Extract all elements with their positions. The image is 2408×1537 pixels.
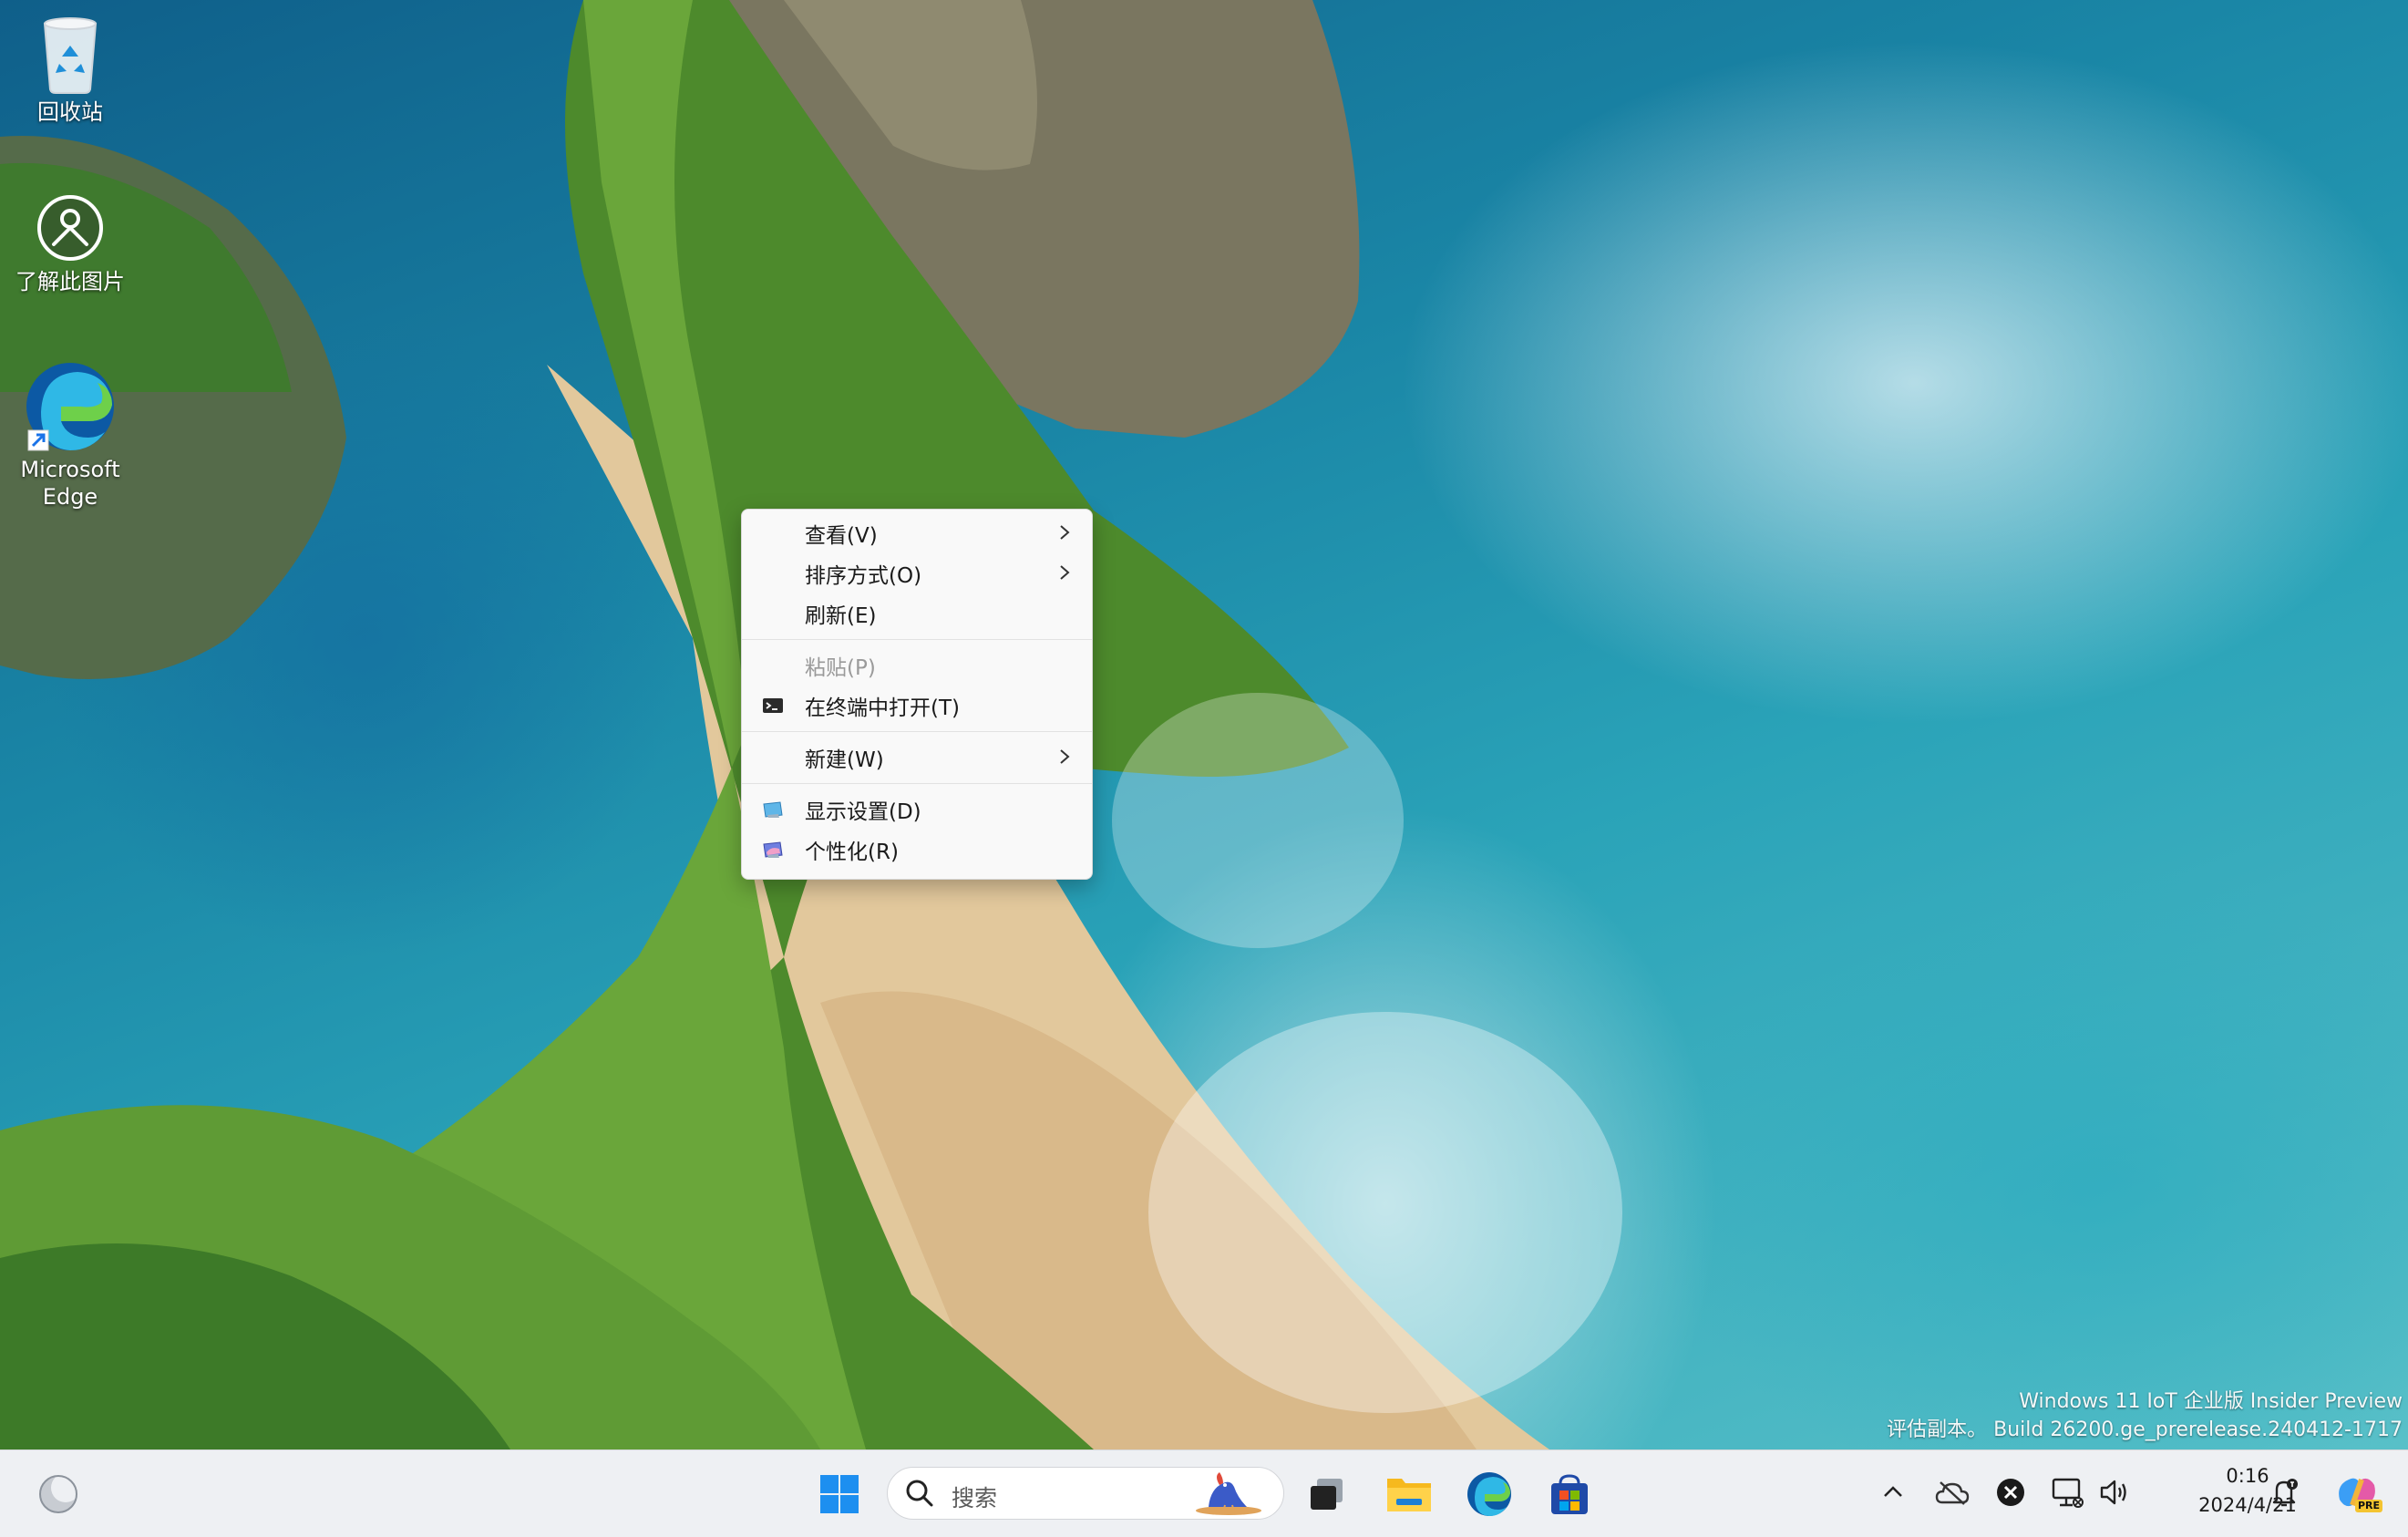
menu-item-label: 粘贴(P) <box>805 656 876 680</box>
desktop[interactable]: 回收站 了解此图片 Microsoft Edge 查看(V) 排序方式(O) 刷… <box>0 0 2408 1449</box>
wallpaper-landscape <box>0 0 1622 1449</box>
notification-bell-icon <box>2272 1479 2298 1507</box>
desktop-icon-label: Microsoft Edge <box>20 457 120 510</box>
menu-item-view[interactable]: 查看(V) <box>742 513 1092 553</box>
menu-separator <box>742 731 1092 732</box>
taskbar: 搜索 0:16 2024/4/21 PRE <box>0 1449 2408 1537</box>
task-view-button[interactable] <box>1302 1469 1353 1520</box>
moon-weather-icon <box>39 1473 79 1513</box>
microsoft-store-button[interactable] <box>1542 1469 1597 1520</box>
desktop-icon-label: 了解此图片 <box>15 269 125 294</box>
volume-button[interactable] <box>2094 1472 2135 1512</box>
windows-build-watermark: Windows 11 IoT 企业版 Insider Preview 评估副本。… <box>1887 1387 2403 1444</box>
menu-item-display-settings[interactable]: 显示设置(D) <box>742 789 1092 830</box>
menu-item-sort-by[interactable]: 排序方式(O) <box>742 553 1092 593</box>
security-status-button[interactable] <box>1991 1472 2031 1512</box>
copilot-button[interactable]: PRE <box>2330 1472 2384 1512</box>
desktop-icon-learn-about-picture[interactable]: 了解此图片 <box>2 191 139 295</box>
file-explorer-icon <box>1387 1479 1431 1511</box>
edge-taskbar-button[interactable] <box>1462 1469 1517 1520</box>
desktop-context-menu: 查看(V) 排序方式(O) 刷新(E) 粘贴(P) 在终端中打开(T) 新建(W… <box>741 509 1093 880</box>
search-highlight-icon <box>1196 1472 1261 1515</box>
menu-item-paste: 粘贴(P) <box>742 645 1092 686</box>
chevron-right-icon <box>1060 525 1070 540</box>
desktop-icon-recycle-bin[interactable]: 回收站 <box>2 13 139 126</box>
chevron-up-icon <box>1884 1486 1902 1497</box>
desktop-icon-microsoft-edge[interactable]: Microsoft Edge <box>2 361 139 511</box>
search-icon <box>906 1480 933 1507</box>
camera-info-icon <box>37 195 103 261</box>
task-view-icon <box>1311 1479 1343 1510</box>
speaker-icon <box>2100 1480 2126 1505</box>
error-x-icon <box>1997 1479 2024 1506</box>
microsoft-store-icon <box>1551 1474 1588 1514</box>
menu-item-label: 排序方式(O) <box>805 564 922 588</box>
onedrive-button[interactable] <box>1932 1472 1972 1512</box>
show-hidden-icons-button[interactable] <box>1873 1472 1913 1512</box>
chevron-right-icon <box>1060 749 1070 764</box>
menu-item-open-in-terminal[interactable]: 在终端中打开(T) <box>742 686 1092 726</box>
microsoft-edge-icon <box>1467 1472 1511 1516</box>
desktop-icon-label: 回收站 <box>37 99 103 125</box>
personalize-icon <box>763 841 783 858</box>
terminal-icon <box>763 698 783 713</box>
widgets-button[interactable] <box>33 1470 84 1518</box>
menu-item-new[interactable]: 新建(W) <box>742 738 1092 778</box>
search-placeholder: 搜索 <box>952 1485 998 1511</box>
start-button[interactable] <box>814 1469 865 1520</box>
menu-item-label: 刷新(E) <box>805 604 877 628</box>
watermark-line-1: Windows 11 IoT 企业版 Insider Preview <box>2019 1390 2403 1413</box>
chevron-right-icon <box>1060 565 1070 580</box>
taskbar-search-box[interactable]: 搜索 <box>887 1467 1284 1520</box>
menu-item-label: 查看(V) <box>805 524 878 548</box>
menu-item-label: 新建(W) <box>805 748 884 772</box>
microsoft-edge-icon <box>26 363 114 451</box>
file-explorer-button[interactable] <box>1382 1469 1436 1520</box>
menu-item-refresh[interactable]: 刷新(E) <box>742 593 1092 634</box>
menu-separator <box>742 783 1092 784</box>
network-disconnected-icon <box>2052 1478 2084 1508</box>
notifications-button[interactable] <box>2264 1472 2304 1512</box>
menu-item-label: 在终端中打开(T) <box>805 696 960 720</box>
display-settings-icon <box>763 801 783 818</box>
copilot-preview-badge: PRE <box>2354 1500 2382 1512</box>
menu-item-label: 个性化(R) <box>805 841 899 864</box>
windows-logo-icon <box>820 1475 859 1513</box>
cloud-offline-icon <box>1935 1481 1970 1505</box>
menu-item-label: 显示设置(D) <box>805 800 921 824</box>
network-button[interactable] <box>2047 1472 2087 1512</box>
recycle-bin-icon <box>43 17 98 94</box>
menu-item-personalize[interactable]: 个性化(R) <box>742 830 1092 870</box>
watermark-line-2: 评估副本。 Build 26200.ge_prerelease.240412-1… <box>1887 1418 2403 1441</box>
menu-separator <box>742 639 1092 640</box>
